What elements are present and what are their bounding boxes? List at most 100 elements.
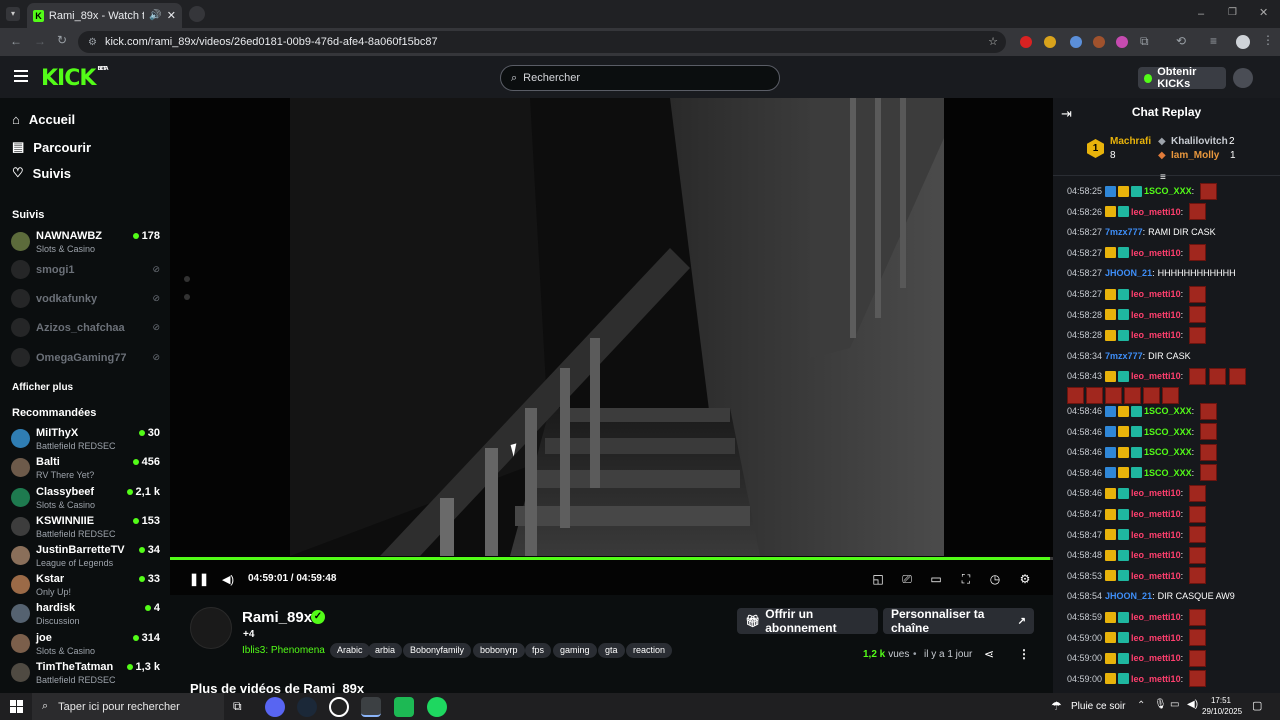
get-kicks-button[interactable]: Obtenir KICKs — [1138, 66, 1226, 90]
profile-avatar[interactable] — [1236, 35, 1250, 49]
message-username[interactable]: leo_metti10 — [1131, 509, 1181, 519]
message-username[interactable]: 1SCO_XXX — [1144, 427, 1192, 437]
recommended-channel[interactable]: Classybeef Slots & Casino 2,1 k — [11, 486, 160, 514]
back-icon[interactable]: ← — [10, 34, 22, 48]
message-username[interactable]: 7mzx777 — [1105, 227, 1143, 237]
message-username[interactable]: leo_metti10 — [1131, 371, 1181, 381]
collaborators-count[interactable]: +4 — [243, 629, 254, 640]
tag[interactable]: fps — [525, 643, 552, 658]
extension-icon[interactable] — [1044, 36, 1056, 48]
show-more-link[interactable]: Afficher plus — [12, 382, 73, 393]
spotify-icon[interactable] — [427, 697, 447, 717]
extension-cookie-icon[interactable] — [1093, 36, 1105, 48]
followed-channel[interactable]: OmegaGaming77 ⊘ — [11, 346, 160, 374]
message-username[interactable]: 1SCO_XXX — [1144, 406, 1192, 416]
steam-icon[interactable] — [297, 697, 317, 717]
channel-name[interactable]: Rami_89x — [242, 609, 312, 626]
extension-badge-icon[interactable] — [1070, 36, 1082, 48]
task-view-icon[interactable]: ⧉ — [233, 699, 242, 714]
history-icon[interactable]: ⟲ — [1176, 34, 1186, 48]
message-username[interactable]: leo_metti10 — [1131, 653, 1181, 663]
tag[interactable]: bobonyrp — [473, 643, 525, 658]
close-window-icon[interactable]: ✕ — [1259, 6, 1268, 19]
tab-close-icon[interactable]: ✕ — [167, 9, 176, 22]
maximize-icon[interactable]: ❐ — [1228, 7, 1237, 18]
app-green-icon[interactable] — [394, 697, 414, 717]
message-username[interactable]: JHOON_21 — [1105, 268, 1152, 278]
message-username[interactable]: leo_metti10 — [1131, 310, 1181, 320]
nav-home[interactable]: ⌂ Accueil — [12, 112, 75, 127]
site-info-icon[interactable]: ⚙ — [88, 37, 97, 48]
kick-logo[interactable]: KICK BETA — [41, 66, 109, 91]
discord-icon[interactable] — [265, 697, 285, 717]
taskbar-search[interactable]: ⌕ Taper ici pour rechercher — [32, 693, 224, 720]
nav-following[interactable]: ♡ Suivis — [12, 165, 71, 181]
message-username[interactable]: leo_metti10 — [1131, 674, 1181, 684]
user-avatar[interactable] — [1233, 68, 1253, 88]
recommended-channel[interactable]: JustinBarretteTV League of Legends 34 — [11, 544, 160, 572]
chrome-menu-icon[interactable]: ⋮ — [1262, 33, 1274, 47]
recommended-channel[interactable]: Balti RV There Yet? 456 — [11, 456, 160, 484]
more-options-icon[interactable]: ⋮ — [1018, 647, 1030, 661]
tag[interactable]: gta — [598, 643, 625, 658]
followed-channel[interactable]: Azizos_chafchaa ⊘ — [11, 316, 160, 344]
video-category-link[interactable]: Iblis3: Phenomena — [242, 645, 325, 656]
miniplayer-button[interactable]: ◱ — [868, 567, 888, 591]
extension-u-icon[interactable] — [1116, 36, 1128, 48]
search-input[interactable] — [523, 72, 744, 84]
weather-icon[interactable]: ☂ — [1051, 699, 1062, 713]
message-username[interactable]: leo_metti10 — [1131, 571, 1181, 581]
video-player[interactable] — [170, 98, 1053, 595]
speed-button[interactable]: ◷ — [985, 567, 1005, 591]
recommended-channel[interactable]: joe Slots & Casino 314 — [11, 632, 160, 660]
recommended-channel[interactable]: hardisk Discussion 4 — [11, 602, 160, 630]
volume-tray-icon[interactable]: ◀) — [1187, 699, 1198, 710]
address-bar[interactable]: ⚙ kick.com/rami_89x/videos/26ed0181-00b9… — [78, 31, 1006, 53]
message-username[interactable]: leo_metti10 — [1131, 207, 1181, 217]
message-username[interactable]: leo_metti10 — [1131, 612, 1181, 622]
menu-icon[interactable] — [14, 70, 28, 82]
message-username[interactable]: 1SCO_XXX — [1144, 468, 1192, 478]
followed-channel[interactable]: NAWNAWBZ Slots & Casino 178 — [11, 230, 160, 258]
message-username[interactable]: leo_metti10 — [1131, 330, 1181, 340]
tab-audio-icon[interactable]: 🔊 — [149, 10, 161, 21]
message-username[interactable]: leo_metti10 — [1131, 633, 1181, 643]
recommended-channel[interactable]: KSWINNIIE Battlefield REDSEC 153 — [11, 515, 160, 543]
network-icon[interactable]: ▭ — [1170, 699, 1179, 710]
share-icon[interactable]: ⋖ — [984, 647, 994, 661]
message-username[interactable]: leo_metti10 — [1131, 488, 1181, 498]
browser-tab[interactable]: K Rami_89x - Watch the VOD 🔊 ✕ — [27, 3, 182, 28]
app-icon[interactable] — [329, 697, 349, 717]
notifications-icon[interactable]: ▢ — [1252, 699, 1262, 712]
tag[interactable]: arbia — [368, 643, 403, 658]
fullscreen-button[interactable]: ⛶ — [956, 567, 976, 591]
channel-avatar[interactable] — [190, 607, 232, 649]
message-username[interactable]: 1SCO_XXX — [1144, 186, 1192, 196]
tag[interactable]: gaming — [553, 643, 597, 658]
extensions-puzzle-icon[interactable]: ⧉ — [1140, 34, 1149, 49]
recommended-channel[interactable]: Kstar Only Up! 33 — [11, 573, 160, 601]
clock[interactable]: 17:51 29/10/2025 — [1202, 695, 1242, 717]
customize-channel-button[interactable]: Personnaliser ta chaîne ↗ — [883, 607, 1034, 635]
chrome-icon[interactable] — [361, 697, 381, 717]
message-username[interactable]: leo_metti10 — [1131, 289, 1181, 299]
extension-adblock-icon[interactable] — [1020, 36, 1032, 48]
message-username[interactable]: leo_metti10 — [1131, 530, 1181, 540]
weather-text[interactable]: Pluie ce soir — [1071, 701, 1125, 712]
recommended-channel[interactable]: MiIThyX Battlefield REDSEC 30 — [11, 427, 160, 455]
tab-list-icon[interactable]: ▾ — [6, 7, 20, 21]
nav-browse[interactable]: ▤ Parcourir — [12, 139, 91, 155]
message-username[interactable]: 7mzx777 — [1105, 351, 1143, 361]
volume-button[interactable]: ◀) — [218, 567, 238, 591]
microphone-icon[interactable]: 🎙︎ — [1154, 699, 1167, 710]
minimize-icon[interactable]: – — [1198, 8, 1204, 20]
media-icon[interactable]: ≡ — [1210, 34, 1217, 48]
reload-icon[interactable]: ↻ — [57, 33, 67, 47]
bookmark-star-icon[interactable]: ☆ — [988, 35, 998, 48]
gift-subscription-button[interactable]: 🎁︎ Offrir un abonnement — [737, 607, 878, 635]
tag[interactable]: reaction — [626, 643, 673, 658]
recommended-channel[interactable]: TimTheTatman Battlefield REDSEC 1,3 k — [11, 661, 160, 689]
pause-button[interactable]: ❚❚ — [189, 567, 209, 591]
search-box[interactable]: ⌕ — [500, 65, 780, 91]
tag[interactable]: Bobonyfamily — [403, 643, 472, 658]
